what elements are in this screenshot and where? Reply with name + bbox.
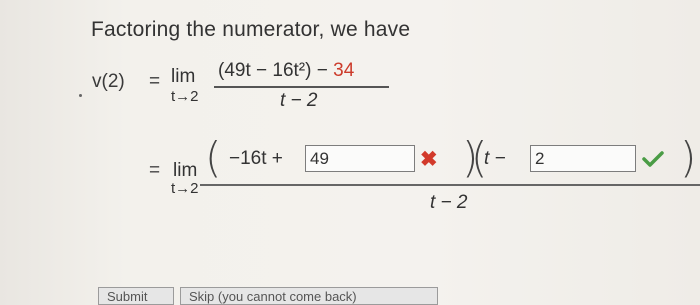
numerator-1-minus: − — [316, 60, 328, 81]
answer-input-2[interactable] — [530, 145, 636, 172]
limit-subscript-1: t→2 — [171, 88, 199, 105]
limit-label-2: lim — [173, 160, 198, 181]
first-term: −16t + — [229, 148, 283, 169]
numerator-1: (49t − 16t²) − 34 — [218, 60, 354, 82]
left-paren-outer: ( — [205, 133, 222, 182]
intro-text: Factoring the numerator, we have — [91, 18, 411, 41]
limit-label-1: lim — [171, 66, 196, 87]
limit-subscript-2: t→2 — [171, 180, 199, 197]
x-mark-icon: ✖ — [420, 148, 438, 171]
t-minus-term: t − — [484, 148, 506, 169]
submit-button[interactable]: Submit — [98, 287, 174, 305]
numerator-1-value: 34 — [333, 60, 355, 81]
denominator-1: t − 2 — [280, 90, 318, 111]
checkmark-icon — [642, 151, 664, 167]
numerator-1-main: (49t − 16t²) — [218, 60, 312, 81]
right-paren-outer: ) — [680, 133, 697, 182]
fraction-bar-1 — [214, 86, 389, 88]
equals-sign-1: = — [149, 71, 161, 92]
question-page: Factoring the numerator, we have v(2) = … — [0, 0, 700, 305]
stray-mark — [79, 94, 82, 97]
lhs-expression: v(2) — [92, 71, 125, 92]
skip-button[interactable]: Skip (you cannot come back) — [180, 287, 438, 305]
denominator-2: t − 2 — [430, 192, 468, 213]
equals-sign-2: = — [149, 160, 161, 181]
fraction-bar-2 — [200, 184, 700, 186]
answer-input-1[interactable] — [305, 145, 415, 172]
